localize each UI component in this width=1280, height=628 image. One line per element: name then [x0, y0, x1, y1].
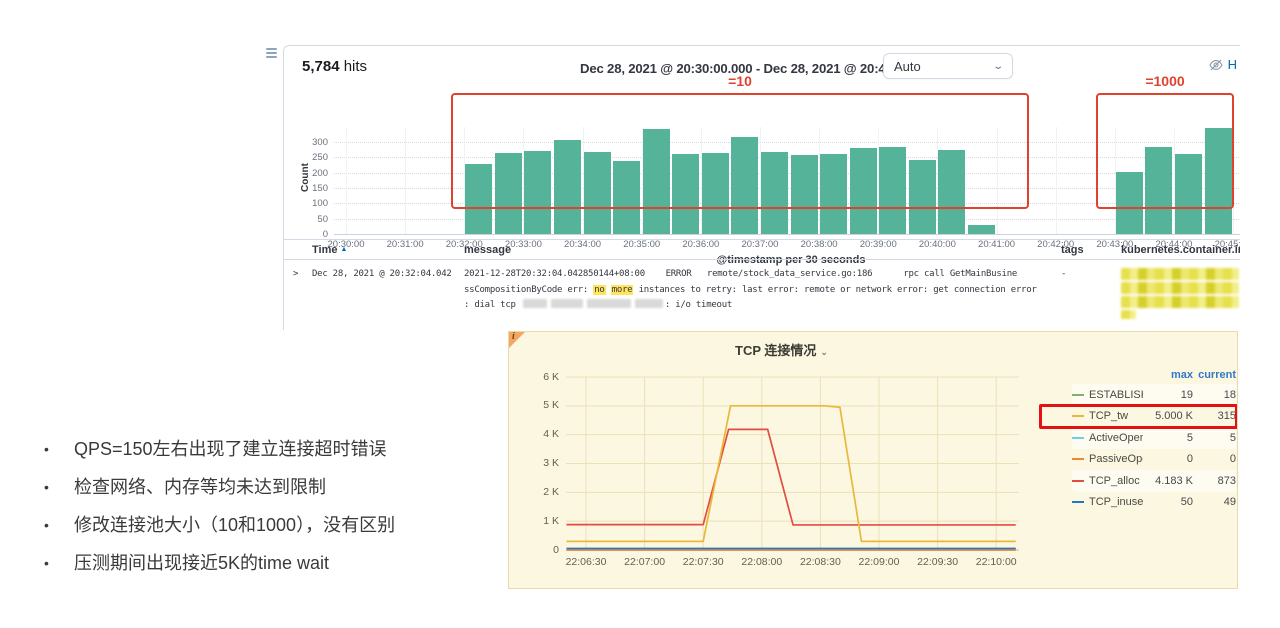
grid-line — [405, 127, 406, 234]
annotation-box-pool-1000: =1000 — [1096, 93, 1234, 209]
y-tick-label: 6 K — [523, 371, 559, 383]
cell-time: Dec 28, 2021 @ 20:32:04.042 — [312, 267, 452, 283]
note-item: QPS=150左右出现了建立连接超时错误 — [36, 437, 506, 462]
series-name[interactable]: ESTABLISHED — [1089, 389, 1143, 401]
grafana-tcp-panel: i TCP 连接情况⌄ 01 K2 K3 K4 K5 K6 K 22:06:30… — [508, 331, 1238, 589]
annotation-label: =10 — [453, 73, 1027, 89]
series-name[interactable]: PassiveOpens — [1089, 453, 1143, 465]
legend-row-TCP_inuse: TCP_inuse5049 — [1072, 492, 1236, 514]
redacted-block — [1121, 268, 1239, 280]
annotation-box-pool-10: =10 — [451, 93, 1029, 209]
series-color-dash — [1072, 480, 1084, 482]
x-tick-label: 22:06:30 — [555, 556, 617, 568]
column-header-time[interactable]: Time▲ — [312, 240, 347, 260]
highlight-no: no — [593, 285, 605, 295]
series-current: 0 — [1193, 453, 1236, 465]
y-tick-label: 3 K — [523, 457, 559, 469]
y-tick-label: 0 — [523, 544, 559, 556]
chevron-down-icon: ⌄ — [992, 61, 1004, 72]
sort-asc-icon: ▲ — [340, 246, 347, 253]
hide-chart-link[interactable]: H — [1209, 57, 1237, 72]
series-color-dash — [1072, 437, 1084, 439]
x-tick-label: 22:07:00 — [614, 556, 676, 568]
x-tick-label: 22:08:00 — [731, 556, 793, 568]
eye-slash-icon — [1209, 59, 1223, 71]
table-header: Time▲ message tags kubernetes.container.… — [284, 239, 1240, 260]
legend-row-ESTABLISHED: ESTABLISHED1918 — [1072, 384, 1236, 406]
y-tick-label: 5 K — [523, 399, 559, 411]
hits-count: 5,784 hits — [302, 58, 367, 75]
legend-row-TCP_alloc: TCP_alloc4.183 K873 — [1072, 470, 1236, 492]
x-axis-line — [334, 234, 1240, 235]
x-tick-label: 22:07:30 — [672, 556, 734, 568]
annotation-label: =1000 — [1098, 73, 1232, 89]
drag-handle-icon[interactable] — [266, 48, 278, 62]
series-max: 0 — [1143, 453, 1193, 465]
series-current: 5 — [1193, 432, 1236, 444]
redacted-ip-segment — [587, 299, 631, 308]
x-tick-label: 22:08:30 — [789, 556, 851, 568]
series-color-dash — [1072, 501, 1084, 503]
series-max: 4.183 K — [1143, 475, 1193, 487]
grid-line — [346, 127, 347, 234]
series-name[interactable]: TCP_alloc — [1089, 475, 1143, 487]
x-tick-label: 22:09:30 — [907, 556, 969, 568]
note-item: 修改连接池大小（10和1000），没有区别 — [36, 513, 506, 538]
interval-value: Auto — [894, 59, 921, 74]
y-tick-label: 100 — [288, 198, 328, 209]
column-header-tags[interactable]: tags — [1061, 240, 1084, 260]
redacted-block — [1121, 296, 1239, 308]
y-tick-label: 1 K — [523, 515, 559, 527]
series-max: 5 — [1143, 432, 1193, 444]
cell-tags: - — [1061, 267, 1066, 283]
y-tick-label: 50 — [288, 214, 328, 225]
notes-list: QPS=150左右出现了建立连接超时错误 检查网络、内存等均未达到限制 修改连接… — [36, 437, 506, 589]
series-current: 873 — [1193, 475, 1236, 487]
slide-canvas: 5,784 hits Dec 28, 2021 @ 20:30:00.000 -… — [0, 0, 1280, 628]
redacted-block — [1121, 282, 1239, 294]
y-tick-label: 2 K — [523, 486, 559, 498]
series-name[interactable]: TCP_inuse — [1089, 496, 1143, 508]
series-current: 49 — [1193, 496, 1236, 508]
cell-k8s-image-redacted — [1121, 268, 1239, 321]
legend-header: max current — [1072, 366, 1236, 384]
cell-message: 2021-12-28T20:32:04.042850144+08:00 ERRO… — [464, 267, 1050, 314]
note-item: 检查网络、内存等均未达到限制 — [36, 475, 506, 500]
series-max: 50 — [1143, 496, 1193, 508]
redacted-ip-segment — [551, 299, 583, 308]
highlight-more: more — [611, 285, 634, 295]
series-color-dash — [1072, 458, 1084, 460]
hide-chart-label: H — [1228, 57, 1237, 72]
y-tick-label: 150 — [288, 183, 328, 194]
redacted-block — [1121, 310, 1136, 319]
redacted-ip-segment — [523, 299, 547, 308]
legend-header-max[interactable]: max — [1143, 369, 1193, 381]
chart-legend: max current ESTABLISHED1918TCP_tw5.000 K… — [1072, 366, 1236, 513]
histogram-bar[interactable] — [968, 225, 995, 234]
redacted-ip-segment — [635, 299, 663, 308]
x-tick-label: 22:09:00 — [848, 556, 910, 568]
expand-caret-icon[interactable]: > — [293, 267, 298, 283]
column-header-message[interactable]: message — [464, 240, 511, 260]
y-tick-label: 200 — [288, 168, 328, 179]
series-max: 19 — [1143, 389, 1193, 401]
annotation-box-tcp-tw — [1039, 404, 1238, 429]
discover-histogram: Count @timestamp per 30 seconds =10 =100… — [284, 84, 1240, 234]
y-tick-label: 250 — [288, 152, 328, 163]
grid-line — [1056, 127, 1057, 234]
series-color-dash — [1072, 394, 1084, 396]
x-tick-label: 22:10:00 — [965, 556, 1027, 568]
kibana-discover-panel: 5,784 hits Dec 28, 2021 @ 20:30:00.000 -… — [283, 45, 1240, 330]
y-tick-label: 300 — [288, 137, 328, 148]
legend-row-ActiveOpens: ActiveOpens55 — [1072, 427, 1236, 449]
legend-row-PassiveOpens: PassiveOpens00 — [1072, 449, 1236, 471]
series-name[interactable]: ActiveOpens — [1089, 432, 1143, 444]
note-item: 压测期间出现接近5K的time wait — [36, 551, 506, 576]
y-tick-label: 4 K — [523, 428, 559, 440]
column-header-k8s-image[interactable]: kubernetes.container.imag — [1121, 240, 1240, 260]
legend-header-current[interactable]: current — [1193, 369, 1236, 381]
series-current: 18 — [1193, 389, 1236, 401]
